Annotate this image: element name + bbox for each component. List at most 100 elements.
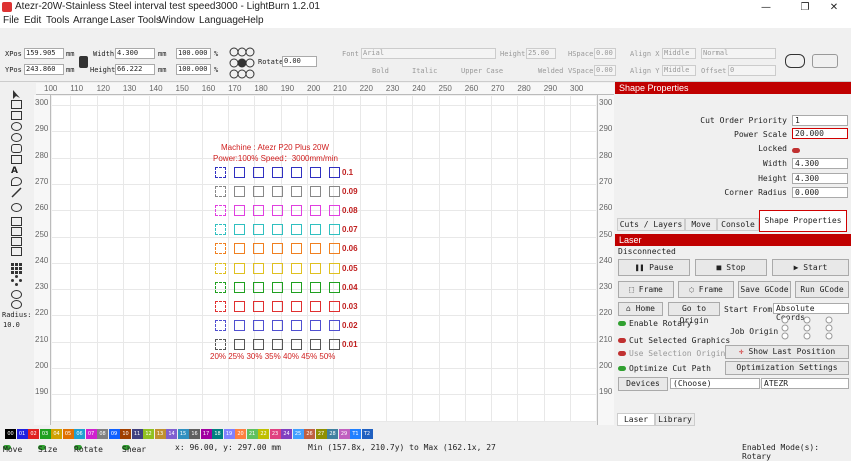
test-square[interactable]	[253, 281, 264, 293]
palette-swatch[interactable]: 09	[108, 429, 120, 439]
bold-label[interactable]: Bold	[372, 67, 389, 75]
run-gcode-button[interactable]: Run GCode	[795, 281, 849, 298]
test-square[interactable]	[234, 281, 245, 293]
test-square[interactable]	[253, 167, 264, 178]
palette-swatch[interactable]: 28	[327, 429, 338, 439]
design-canvas[interactable]: Machine : Atezr P20 Plus 20W Power:100% …	[52, 96, 596, 422]
test-square[interactable]	[234, 224, 245, 236]
test-square[interactable]	[215, 338, 226, 350]
select-arrow-icon[interactable]	[11, 89, 22, 99]
row-speed-label[interactable]: 0.03	[342, 302, 358, 311]
row-speed-label[interactable]: 0.04	[342, 283, 358, 292]
test-square[interactable]	[215, 167, 226, 178]
palette-swatch[interactable]: 04	[51, 429, 62, 439]
distort-icon[interactable]	[812, 54, 838, 68]
test-square[interactable]	[329, 167, 340, 178]
test-square[interactable]	[234, 167, 245, 178]
tab-library[interactable]: Library	[655, 413, 695, 426]
test-square[interactable]	[215, 281, 226, 293]
palette-swatch[interactable]: 01	[16, 429, 28, 439]
machine-text[interactable]: Machine : Atezr P20 Plus 20W	[221, 143, 329, 152]
test-square[interactable]	[291, 243, 302, 255]
palette-swatch[interactable]: 22	[258, 429, 269, 439]
enable-rotary-toggle[interactable]: Enable Rotary	[618, 319, 692, 328]
locked-toggle[interactable]	[792, 146, 803, 156]
lock-ratio-icon[interactable]	[79, 56, 88, 68]
rectangle-icon[interactable]	[11, 111, 22, 120]
test-square[interactable]	[234, 319, 245, 331]
palette-swatch[interactable]: 25	[292, 429, 304, 439]
row-speed-label[interactable]: 0.01	[342, 340, 358, 349]
width-input[interactable]: 4.300	[115, 48, 155, 59]
test-square[interactable]	[329, 205, 340, 217]
tab-laser[interactable]: Laser	[617, 413, 655, 426]
test-square[interactable]	[310, 319, 321, 331]
devices-button[interactable]: Devices	[618, 377, 668, 391]
optimize-cut-toggle[interactable]: Optimize Cut Path	[618, 364, 711, 373]
ypos-input[interactable]: 243.860	[24, 64, 64, 75]
edit-nodes-icon[interactable]	[11, 100, 22, 109]
cut-selected-toggle[interactable]: Cut Selected Graphics	[618, 336, 730, 345]
polygon-icon[interactable]	[11, 144, 22, 153]
palette-swatch[interactable]: 24	[281, 429, 292, 439]
use-selection-origin-toggle[interactable]: Use Selection Origin	[618, 349, 725, 358]
menu-language[interactable]: Language	[199, 15, 244, 26]
test-square[interactable]	[253, 338, 264, 350]
test-square[interactable]	[215, 186, 226, 198]
test-square[interactable]	[272, 205, 283, 217]
test-square[interactable]	[291, 319, 302, 331]
palette-swatch[interactable]: 23	[269, 429, 281, 439]
italic-label[interactable]: Italic	[412, 67, 437, 75]
palette-swatch[interactable]: 13	[154, 429, 166, 439]
show-last-position-button[interactable]: ✛ Show Last Position	[725, 345, 849, 359]
upper-case-label[interactable]: Upper Case	[461, 67, 503, 75]
palette-swatch[interactable]: 00	[5, 429, 16, 439]
grid-array-icon[interactable]	[11, 263, 22, 274]
palette-swatch[interactable]: 03	[39, 429, 51, 439]
test-square[interactable]	[291, 300, 302, 312]
sp-height-input[interactable]: 4.300	[792, 173, 848, 184]
go-to-origin-button[interactable]: Go to Origin	[668, 302, 720, 325]
start-from-select[interactable]: Absolute Coords	[773, 303, 849, 322]
sp-width-input[interactable]: 4.300	[792, 158, 848, 169]
cut-order-input[interactable]: 1	[792, 115, 848, 126]
row-speed-label[interactable]: 0.02	[342, 321, 358, 330]
text-tool-icon[interactable]: A	[11, 166, 22, 176]
vspace-input[interactable]: 0.00	[594, 65, 616, 76]
radius-value[interactable]: 10.0	[3, 321, 20, 329]
menu-help[interactable]: Help	[243, 15, 264, 26]
test-square[interactable]	[215, 243, 226, 255]
row-speed-label[interactable]: 0.08	[342, 206, 358, 215]
palette-swatch[interactable]: 12	[143, 429, 154, 439]
corner-round-icon[interactable]	[11, 300, 22, 309]
test-square[interactable]	[272, 243, 283, 255]
offset-tool-icon[interactable]	[11, 203, 22, 212]
tab-console[interactable]: Console	[717, 218, 759, 231]
menu-laser-tools[interactable]: Laser Tools	[110, 15, 161, 26]
close-button[interactable]: ✕	[817, 0, 851, 15]
menu-arrange[interactable]: Arrange	[73, 15, 109, 26]
palette-swatch[interactable]: 19	[223, 429, 235, 439]
palette-swatch[interactable]: 08	[97, 429, 108, 439]
job-origin-selector[interactable]	[777, 316, 837, 340]
test-square[interactable]	[253, 262, 264, 274]
rotate-input[interactable]: 0.00	[282, 56, 317, 67]
palette-swatch[interactable]: 26	[304, 429, 315, 439]
position-laser-icon[interactable]	[11, 177, 22, 186]
test-square[interactable]	[253, 224, 264, 236]
height-input[interactable]: 66.222	[115, 64, 155, 75]
row-speed-label[interactable]: 0.07	[342, 225, 358, 234]
align-y-select[interactable]: Middle	[662, 65, 696, 76]
row-speed-label[interactable]: 0.1	[342, 168, 353, 177]
menu-tools[interactable]: Tools	[46, 15, 69, 26]
frame-button[interactable]: ⬚ Frame	[618, 281, 674, 298]
device-choose-select[interactable]: (Choose)	[670, 378, 760, 389]
power-speed-text[interactable]: Power:100% Speed：3000mm/min	[213, 153, 338, 164]
test-square[interactable]	[253, 186, 264, 198]
test-square[interactable]	[329, 300, 340, 312]
test-square[interactable]	[234, 205, 245, 217]
align-x-select[interactable]: Middle	[662, 48, 696, 59]
palette-swatch[interactable]: 21	[246, 429, 258, 439]
palette-swatch[interactable]: 15	[177, 429, 189, 439]
test-square[interactable]	[234, 186, 245, 198]
